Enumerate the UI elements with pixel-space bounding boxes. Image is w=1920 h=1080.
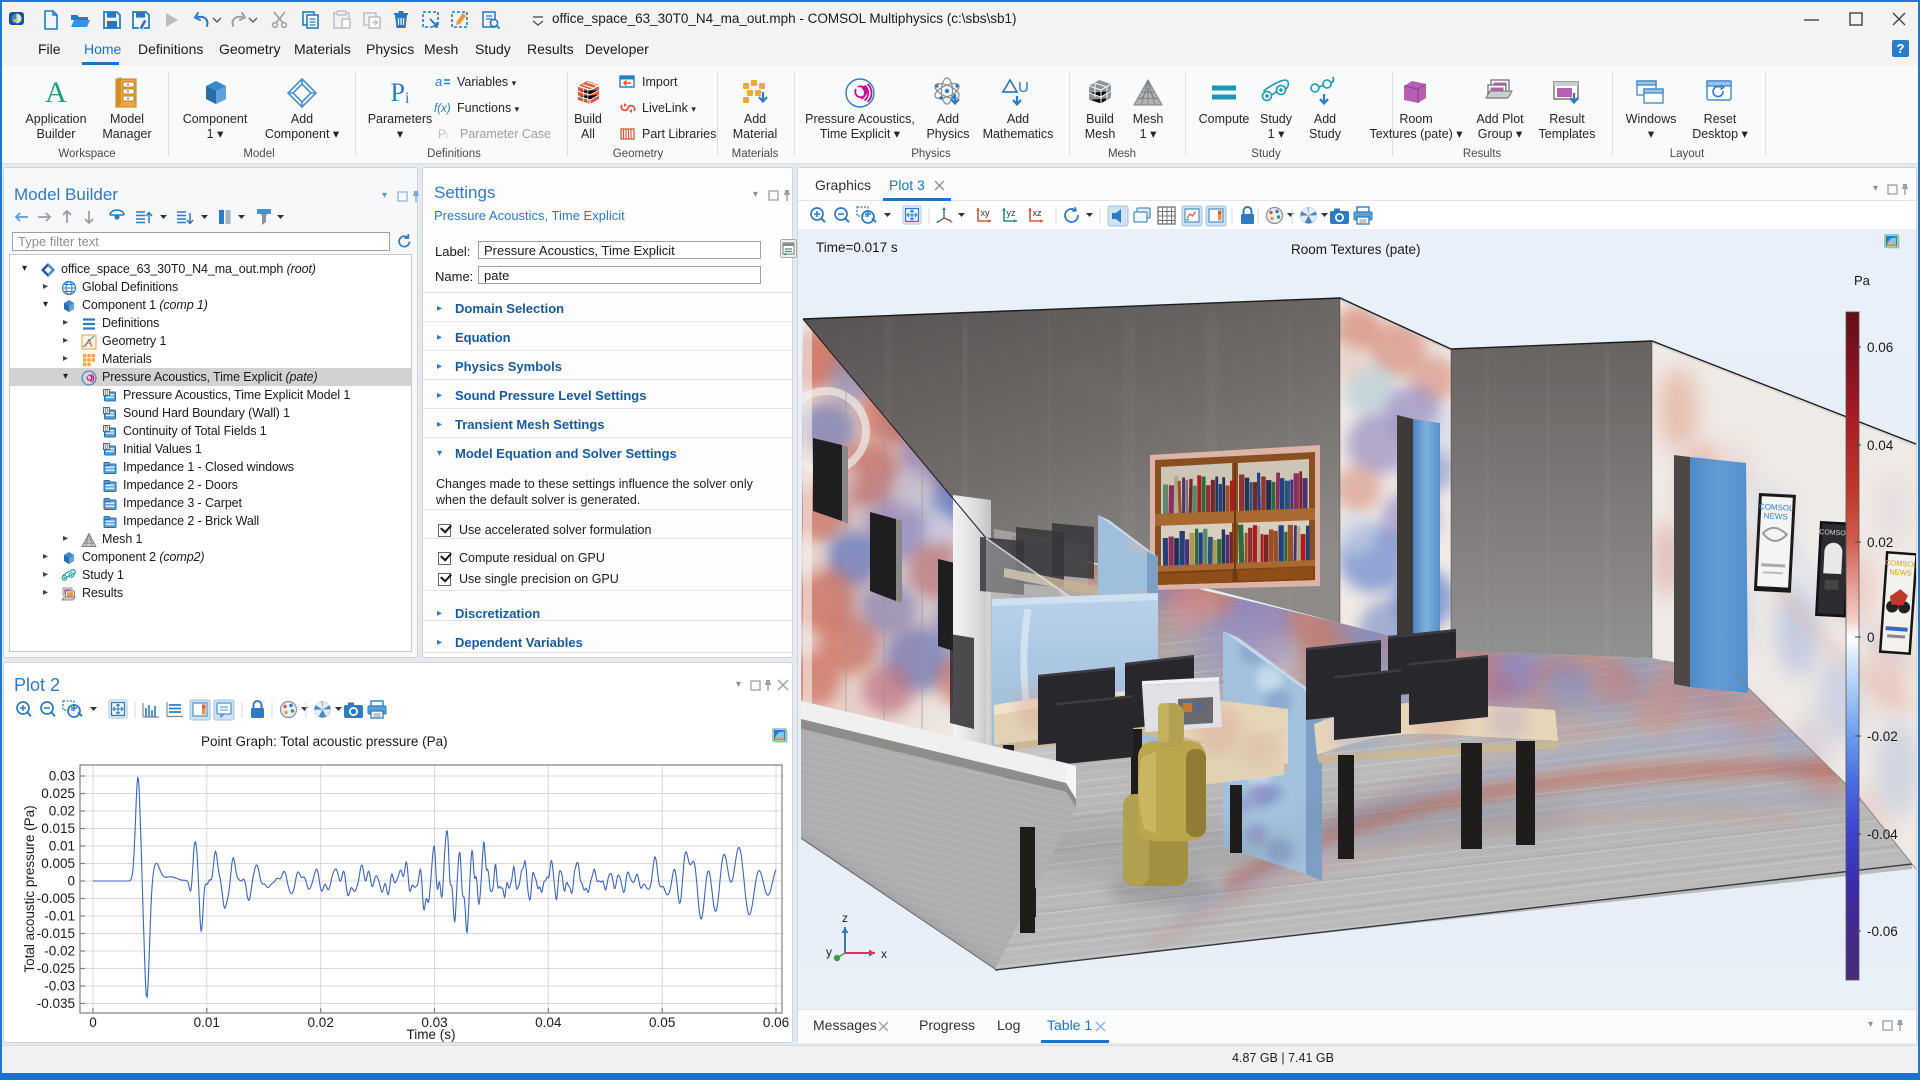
svg-text:NEWS: NEWS <box>1764 511 1788 521</box>
svg-text:A: A <box>45 76 67 109</box>
svg-text:0: 0 <box>89 1015 97 1030</box>
svg-text:0.015: 0.015 <box>41 821 75 836</box>
svg-text:0.005: 0.005 <box>41 856 75 871</box>
svg-text:0.06: 0.06 <box>1867 340 1893 355</box>
svg-text:-0.005: -0.005 <box>37 891 75 906</box>
svg-text:0: 0 <box>1867 630 1875 645</box>
svg-text:yz: yz <box>1007 208 1017 218</box>
svg-text:0.04: 0.04 <box>535 1015 562 1030</box>
svg-text:y: y <box>826 945 832 959</box>
svg-text:-0.03: -0.03 <box>44 979 75 994</box>
svg-text:a: a <box>435 74 442 89</box>
svg-text:-0.01: -0.01 <box>44 909 75 924</box>
svg-text:Pi: Pi <box>391 78 410 107</box>
svg-text:D: D <box>105 390 109 396</box>
svg-text:D: D <box>105 444 109 450</box>
svg-text:x: x <box>881 947 887 961</box>
svg-text:-0.04: -0.04 <box>1867 827 1898 842</box>
svg-text:0.02: 0.02 <box>308 1015 334 1030</box>
svg-text:-0.02: -0.02 <box>1867 729 1898 744</box>
svg-text:0.02: 0.02 <box>1867 535 1893 550</box>
svg-text:Pi: Pi <box>438 127 448 141</box>
svg-text:U: U <box>1018 79 1029 96</box>
svg-text:z: z <box>842 911 848 925</box>
svg-text:0.02: 0.02 <box>49 804 75 819</box>
svg-text:f(x): f(x) <box>434 103 451 115</box>
svg-text:xy: xy <box>981 208 991 218</box>
svg-text:Time (s): Time (s) <box>407 1027 456 1042</box>
svg-text:0.025: 0.025 <box>41 786 75 801</box>
svg-text:0.06: 0.06 <box>763 1015 789 1030</box>
svg-text:-0.015: -0.015 <box>37 926 75 941</box>
svg-text:0.04: 0.04 <box>1867 438 1894 453</box>
svg-text:xz: xz <box>1033 208 1043 218</box>
svg-text:-0.02: -0.02 <box>44 944 75 959</box>
svg-text:0.01: 0.01 <box>194 1015 220 1030</box>
svg-text:-0.06: -0.06 <box>1867 924 1898 939</box>
svg-text:D: D <box>105 408 109 414</box>
svg-text:0: 0 <box>67 874 75 889</box>
svg-text:D: D <box>105 426 109 432</box>
svg-text:0.05: 0.05 <box>649 1015 675 1030</box>
svg-text:-0.035: -0.035 <box>37 996 75 1011</box>
svg-text:0.03: 0.03 <box>49 769 75 784</box>
svg-text:Total acoustic pressure (Pa): Total acoustic pressure (Pa) <box>22 805 37 972</box>
svg-text:-0.025: -0.025 <box>37 961 75 976</box>
svg-text:0.01: 0.01 <box>49 839 75 854</box>
